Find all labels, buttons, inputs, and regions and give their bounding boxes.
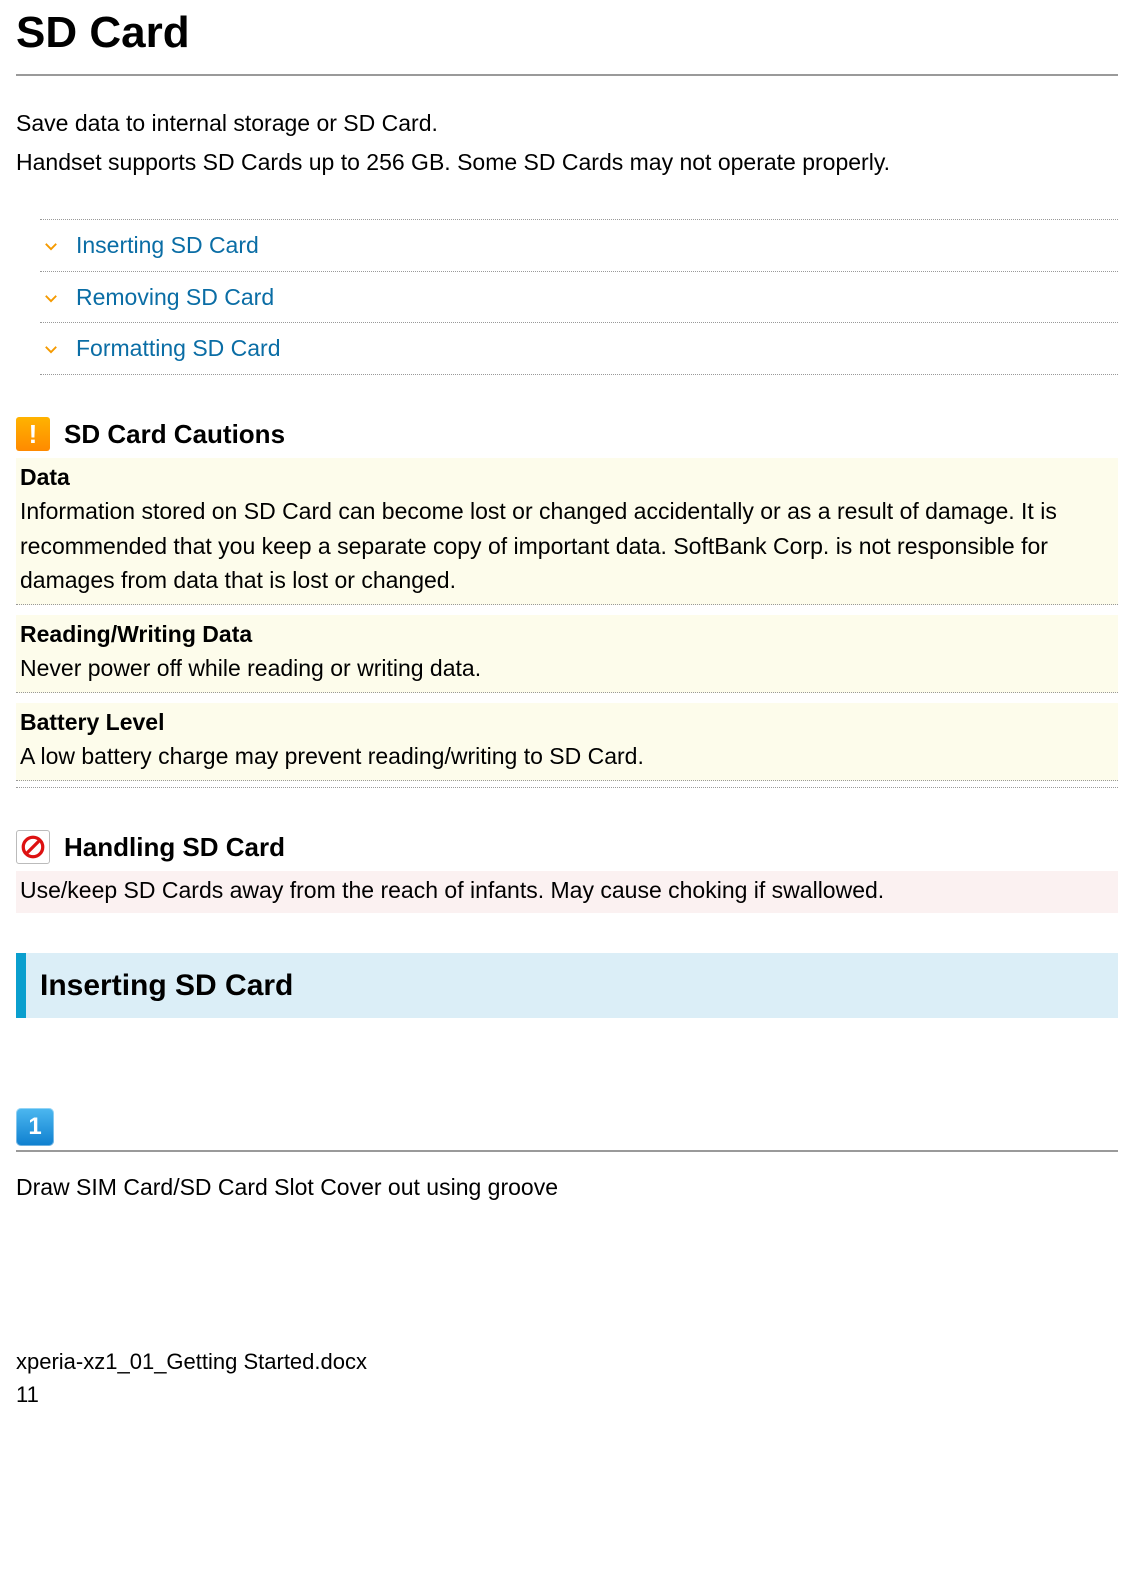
cautions-heading: SD Card Cautions xyxy=(64,415,285,454)
prohibit-icon xyxy=(16,830,50,864)
arrow-down-icon xyxy=(40,234,62,256)
arrow-down-icon xyxy=(40,337,62,359)
toc-link-label: Formatting SD Card xyxy=(76,331,281,366)
page-title: SD Card xyxy=(16,0,1118,76)
toc-item-removing[interactable]: Removing SD Card xyxy=(40,271,1118,323)
cautions-head: ! SD Card Cautions xyxy=(16,415,1118,454)
alert-icon: ! xyxy=(16,417,50,451)
toc-link-label: Inserting SD Card xyxy=(76,228,259,263)
caution-body: Information stored on SD Card can become… xyxy=(20,494,1114,598)
caution-body: A low battery charge may prevent reading… xyxy=(20,739,1114,774)
intro-line-2: Handset supports SD Cards up to 256 GB. … xyxy=(16,145,1118,180)
footer-filename: xperia-xz1_01_Getting Started.docx xyxy=(16,1345,1118,1378)
intro-line-1: Save data to internal storage or SD Card… xyxy=(16,106,1118,141)
caution-body: Never power off while reading or writing… xyxy=(20,651,1114,686)
handling-head: Handling SD Card xyxy=(16,828,1118,867)
footer-page-number: 11 xyxy=(16,1378,1118,1411)
arrow-down-icon xyxy=(40,286,62,308)
page-footer: xperia-xz1_01_Getting Started.docx 11 xyxy=(16,1345,1118,1411)
divider xyxy=(16,1150,1118,1152)
toc-link-label: Removing SD Card xyxy=(76,280,274,315)
handling-body: Use/keep SD Cards away from the reach of… xyxy=(16,871,1118,914)
intro-block: Save data to internal storage or SD Card… xyxy=(16,106,1118,179)
divider xyxy=(16,787,1118,788)
table-of-contents: Inserting SD Card Removing SD Card Forma… xyxy=(40,219,1118,375)
step-1: 1 Draw SIM Card/SD Card Slot Cover out u… xyxy=(16,1108,1118,1205)
caution-reading-writing: Reading/Writing Data Never power off whi… xyxy=(16,615,1118,693)
handling-heading: Handling SD Card xyxy=(64,828,285,867)
caution-battery: Battery Level A low battery charge may p… xyxy=(16,703,1118,781)
section-heading-inserting: Inserting SD Card xyxy=(16,953,1118,1018)
step-text: Draw SIM Card/SD Card Slot Cover out usi… xyxy=(16,1170,1118,1205)
caution-label: Data xyxy=(20,460,1114,495)
toc-item-inserting[interactable]: Inserting SD Card xyxy=(40,219,1118,271)
caution-label: Battery Level xyxy=(20,705,1114,740)
step-number-badge: 1 xyxy=(16,1108,54,1146)
caution-label: Reading/Writing Data xyxy=(20,617,1114,652)
cautions-callout: ! SD Card Cautions Data Information stor… xyxy=(16,415,1118,788)
handling-callout: Handling SD Card Use/keep SD Cards away … xyxy=(16,828,1118,914)
toc-item-formatting[interactable]: Formatting SD Card xyxy=(40,322,1118,375)
caution-data: Data Information stored on SD Card can b… xyxy=(16,458,1118,605)
